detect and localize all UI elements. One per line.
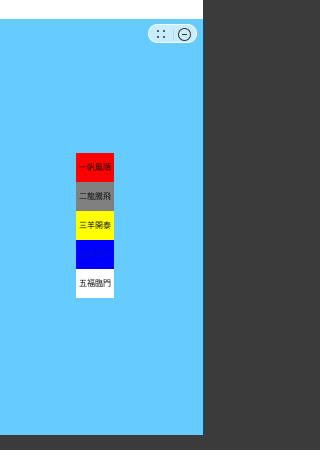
- stack-item[interactable]: 一帆風順: [76, 153, 114, 182]
- window-edge: [203, 0, 208, 450]
- capsule-divider: [173, 29, 174, 40]
- stack-item[interactable]: 二龍騰飛: [76, 182, 114, 211]
- more-dots-icon[interactable]: [157, 30, 167, 39]
- status-bar: [0, 0, 203, 19]
- mini-program-page: 一帆風順 二龍騰飛 三羊開泰 四季平安 五福臨門: [0, 19, 203, 435]
- capsule-menu: [148, 24, 197, 43]
- stack-item[interactable]: 五福臨門: [76, 269, 114, 298]
- stack-item[interactable]: 三羊開泰: [76, 211, 114, 240]
- stack-item[interactable]: 四季平安: [76, 240, 114, 269]
- color-block-stack: 一帆風順 二龍騰飛 三羊開泰 四季平安 五福臨門: [76, 153, 114, 298]
- close-circle-icon[interactable]: [178, 28, 191, 41]
